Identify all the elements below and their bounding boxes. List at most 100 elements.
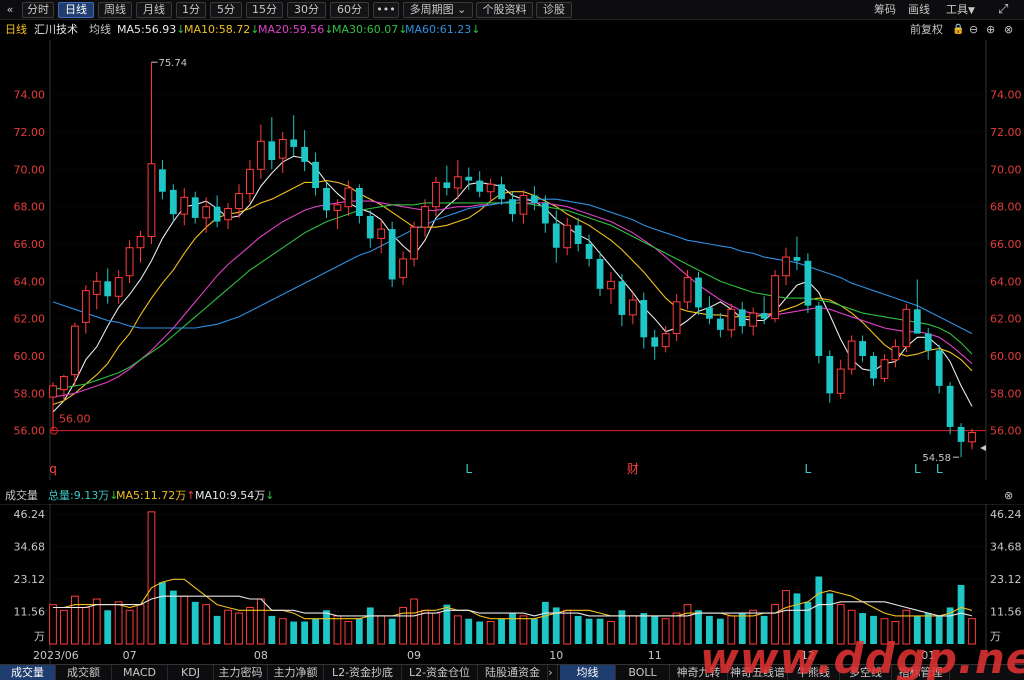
indicator-tab-bar: 成交量 成交额 MACD KDJ 主力密码 主力净额 L2-资金抄底 L2-资金仓位 陆股通资金…	[0, 664, 1024, 680]
candle-body-down	[213, 206, 221, 222]
vol-y-tick-label-right: 46.24	[990, 508, 1022, 521]
period-tab[interactable]: 60分	[330, 2, 369, 18]
volume-total: 总量:9.13万↓	[48, 488, 118, 504]
lock-icon[interactable]: 🔒	[952, 22, 964, 38]
period-tab[interactable]: 1分	[176, 2, 206, 18]
period-tab[interactable]: 日线	[58, 2, 94, 18]
candle-body-up	[563, 224, 572, 249]
adjust-mode[interactable]: 前复权	[910, 22, 943, 38]
period-tab[interactable]: 月线	[136, 2, 172, 18]
overlay-tab[interactable]: 牛熊线	[788, 665, 840, 680]
volume-bar-up	[727, 615, 736, 645]
zoom-out-icon[interactable]: ⊖	[969, 22, 978, 38]
indicator-tab[interactable]: 成交量	[0, 665, 56, 680]
ma-value: MA20:59.56	[258, 23, 325, 36]
volume-bar-down	[323, 610, 330, 644]
y-tick-label: 68.00	[14, 201, 46, 214]
overlay-tab[interactable]: 神奇九转	[670, 665, 728, 680]
overlay-tab[interactable]: 均线	[560, 665, 616, 680]
candle-body-up	[202, 206, 211, 219]
candle-body-down	[760, 313, 768, 319]
event-marker: 财	[627, 462, 639, 476]
indicator-tab[interactable]: 成交额	[56, 665, 112, 680]
chip-button[interactable]: 筹码	[874, 2, 896, 18]
chevron-right-icon[interactable]: ›	[544, 665, 558, 680]
candle-body-down	[913, 309, 921, 334]
volume-bar-up	[836, 604, 845, 645]
close-icon[interactable]: ⊗	[1004, 22, 1013, 38]
stock-info-button[interactable]: 个股资料	[476, 2, 533, 18]
multi-period-label: 多周期图	[409, 3, 454, 16]
volume-bar-down	[213, 615, 221, 644]
indicator-tab[interactable]: MACD	[112, 665, 168, 680]
x-axis-label: 08	[254, 649, 268, 662]
volume-bar-down	[859, 613, 866, 644]
overlay-tab[interactable]: BOLL	[616, 665, 670, 680]
candle-body-down	[191, 197, 199, 218]
volume-bar-up	[771, 604, 779, 645]
event-marker: L	[936, 462, 943, 476]
overlay-tab[interactable]: 指标管理	[892, 665, 950, 680]
indicator-tab[interactable]: L2-资金仓位	[402, 665, 478, 680]
ma-value: MA10:58.72	[184, 23, 251, 36]
volume-ma10-label: MA10:9.54万	[195, 489, 266, 502]
kline-chart[interactable]: 74.00 74.00 72.00 72.00 70.00 70.00 68.00 68.00…	[0, 40, 1024, 480]
indicator-tab[interactable]: L2-资金抄底	[324, 665, 402, 680]
volume-bar-up	[344, 621, 353, 645]
y-tick-label: 72.00	[14, 126, 46, 139]
volume-bar-down	[104, 610, 112, 644]
x-axis-label: 2023/06	[33, 649, 79, 662]
candle-body-up	[453, 176, 462, 189]
volume-bar-up	[60, 609, 68, 645]
period-tab[interactable]: 15分	[246, 2, 283, 18]
zoom-in-icon[interactable]: ⊕	[986, 22, 995, 38]
period-tab[interactable]: 30分	[287, 2, 326, 18]
volume-bar-up	[432, 612, 440, 645]
candle-body-down	[859, 341, 866, 356]
volume-bar-down	[312, 618, 319, 644]
multi-period-button[interactable]: 多周期图 ⌄	[403, 2, 473, 18]
candle-body-down	[388, 229, 396, 280]
candle-body-up	[410, 226, 418, 260]
candle-body-up	[902, 308, 911, 348]
period-tab[interactable]: 周线	[98, 2, 132, 18]
overlay-tab[interactable]: 神奇五线谱	[728, 665, 788, 680]
avg-line-toggle[interactable]: 均线	[89, 22, 111, 38]
vol-unit-label: 万	[34, 630, 45, 643]
candle-body-up	[256, 140, 265, 170]
volume-bar-up	[70, 595, 79, 645]
overlay-tab[interactable]: 多空线	[840, 665, 892, 680]
candle-body-down	[716, 318, 724, 330]
back-icon[interactable]: «	[4, 2, 16, 18]
close-icon[interactable]: ⊗	[1004, 488, 1013, 504]
expand-icon[interactable]: ⤢	[998, 2, 1008, 18]
more-periods-button[interactable]: •••	[373, 2, 399, 18]
volume-bar-up	[421, 609, 429, 645]
candle-body-up	[147, 163, 156, 238]
indicator-tab[interactable]: 主力密码	[214, 665, 268, 680]
ma-value: MA30:60.07	[332, 23, 399, 36]
volume-chart[interactable]: 46.24 46.24 34.68 34.68 23.12 23.12 11.56 11.56…	[0, 504, 1024, 664]
candle-body-up	[672, 301, 681, 335]
indicator-tab[interactable]: 主力净额	[268, 665, 324, 680]
candle-body-up	[432, 181, 440, 208]
period-tab[interactable]: 分时	[22, 2, 54, 18]
ma-legend-item: MA30:60.07↓	[332, 22, 407, 38]
event-marker: L	[805, 462, 812, 476]
draw-line-button[interactable]: 画线	[908, 2, 930, 18]
period-tab[interactable]: 5分	[210, 2, 242, 18]
candle-body-down	[695, 277, 702, 308]
tools-menu[interactable]: 工具▼	[946, 2, 975, 18]
indicator-tab[interactable]: KDJ	[168, 665, 214, 680]
candle-body-up	[771, 275, 779, 320]
candle-body-down	[924, 333, 932, 351]
diagnose-button[interactable]: 诊股	[536, 2, 572, 18]
x-axis-label: 07	[123, 649, 137, 662]
y-tick-label-right: 58.00	[990, 387, 1022, 400]
candle-body-up	[486, 183, 495, 193]
candle-body-up	[92, 280, 101, 295]
candle-body-up	[81, 290, 90, 323]
indicator-tab[interactable]: 陆股通资金	[478, 665, 548, 680]
volume-bar-up	[202, 604, 211, 645]
candle-body-down	[640, 300, 648, 338]
